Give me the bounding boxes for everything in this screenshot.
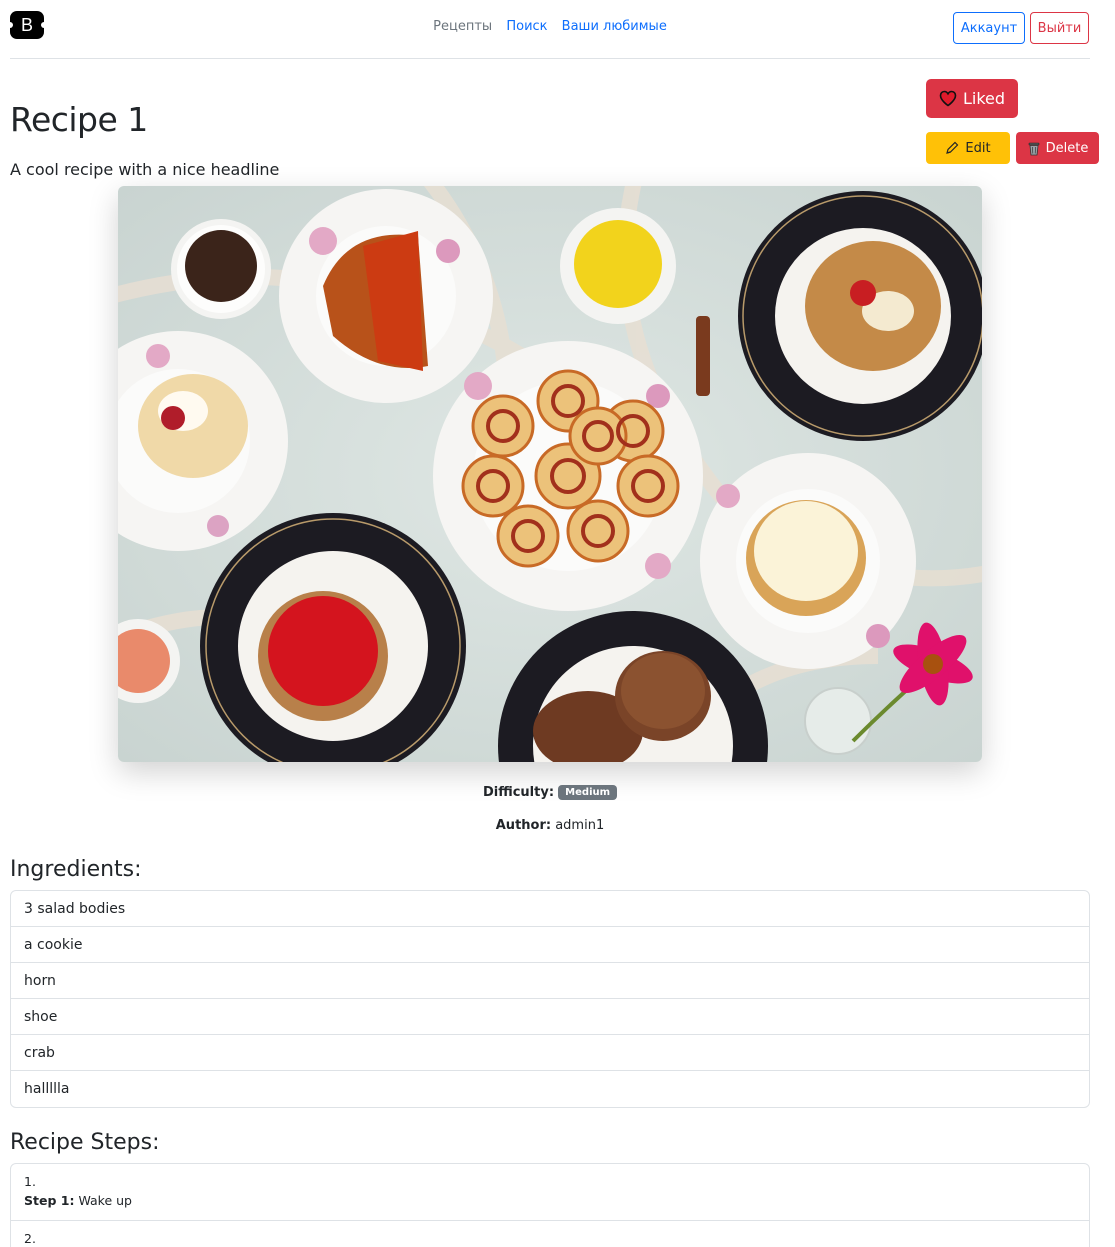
nav-link-recipes[interactable]: Рецепты [428,19,497,34]
delete-label: Delete [1045,140,1089,156]
ingredient-item: crab [11,1035,1089,1071]
steps-list: 1. Step 1: Wake up 2. [10,1163,1090,1247]
step-text: Wake up [78,1193,132,1208]
step-number: 1. [24,1174,36,1189]
delete-button[interactable]: Delete [1016,132,1099,164]
trash-icon [1028,142,1039,155]
heart-icon [939,90,957,107]
liked-label: Liked [962,89,1006,108]
step-item: 1. Step 1: Wake up [11,1164,1089,1221]
ingredient-item: 3 salad bodies [11,891,1089,927]
recipe-subtitle: A cool recipe with a nice headline [10,160,280,179]
edit-label: Edit [965,140,991,156]
ingredients-list: 3 salad bodies a cookie horn shoe crab h… [10,890,1090,1108]
nav-link-search[interactable]: Поиск [501,19,552,34]
ingredient-item: horn [11,963,1089,999]
step-label: Step 1: [24,1193,75,1208]
steps-heading: Recipe Steps: [10,1130,160,1155]
recipe-photo [118,186,982,762]
difficulty-badge: Medium [558,785,618,800]
liked-button[interactable]: Liked [926,79,1018,118]
pencil-icon [946,141,959,154]
step-item: 2. [11,1221,1089,1247]
account-button[interactable]: Аккаунт [953,12,1025,44]
logout-button[interactable]: Выйти [1030,12,1089,44]
author-row: Author: admin1 [0,818,1100,833]
difficulty-label: Difficulty: [482,785,555,800]
nav-link-favorites[interactable]: Ваши любимые [557,19,672,34]
difficulty-row: Difficulty: Medium [0,785,1100,800]
author-label: Author: [495,818,552,833]
ingredient-item: shoe [11,999,1089,1035]
edit-button[interactable]: Edit [926,132,1010,164]
step-number: 2. [24,1231,36,1246]
ingredients-heading: Ingredients: [10,857,142,882]
main-nav: Рецепты Поиск Ваши любимые [10,19,1090,34]
ingredient-item: hallllla [24,1081,70,1097]
ingredient-item: a cookie [11,927,1089,963]
author-value: admin1 [555,818,605,833]
top-navbar: B Рецепты Поиск Ваши любимые Аккаунт Вый… [9,0,1090,59]
recipe-title: Recipe 1 [10,100,148,139]
